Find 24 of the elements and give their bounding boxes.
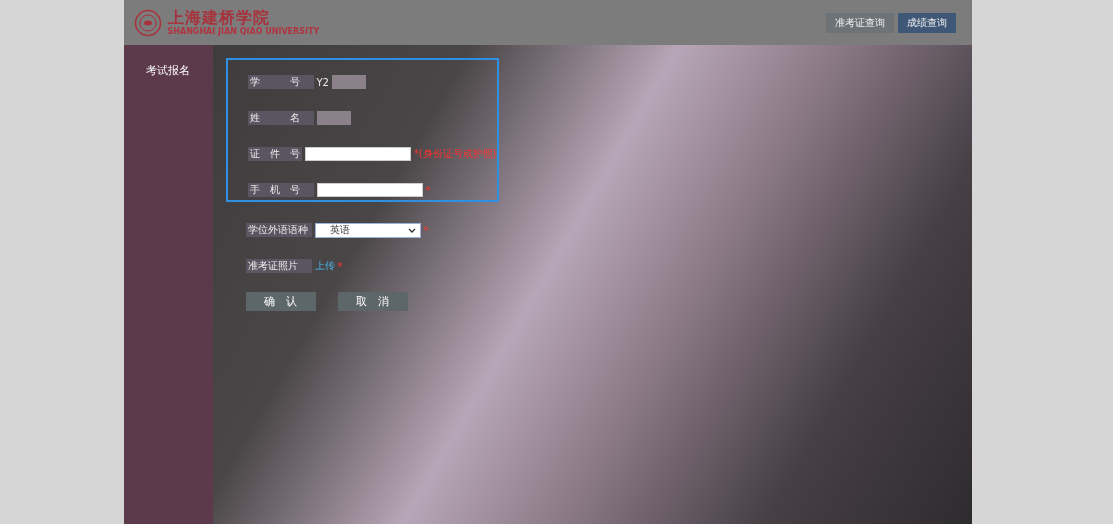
required-hint: *(身份证号或护照)	[413, 147, 497, 161]
upload-link[interactable]: 上传	[314, 259, 335, 273]
field-label: 姓 名	[247, 111, 314, 125]
required-hint: *	[425, 184, 431, 196]
input-field[interactable]	[316, 183, 423, 197]
field-label: 准考证照片	[245, 259, 312, 273]
field-label: 学 号	[247, 75, 314, 89]
emblem-icon	[133, 8, 162, 37]
required-hint: *	[423, 224, 429, 236]
nav-button[interactable]: 成绩查询	[897, 12, 956, 33]
chevron-down-icon	[407, 227, 416, 233]
field-label: 学位外语语种	[245, 223, 312, 237]
logo-subtitle: SHANGHAI JIAN QIAO UNIVERSITY	[167, 26, 320, 37]
logo-text: 上海建桥学院	[167, 8, 271, 27]
field-label: 证 件 号	[247, 147, 302, 161]
form-button[interactable]: 取 消	[337, 292, 408, 311]
language-dropdown[interactable]: 英语	[314, 222, 421, 238]
form-button[interactable]: 确 认	[245, 292, 316, 311]
sidebar-item[interactable]: 考试报名	[123, 63, 213, 78]
field-value: Y2	[316, 76, 329, 88]
field-label: 手 机 号	[247, 183, 314, 197]
nav-button[interactable]: 准考证查询	[825, 12, 894, 33]
required-hint: *	[337, 260, 343, 272]
input-field[interactable]	[304, 147, 411, 161]
